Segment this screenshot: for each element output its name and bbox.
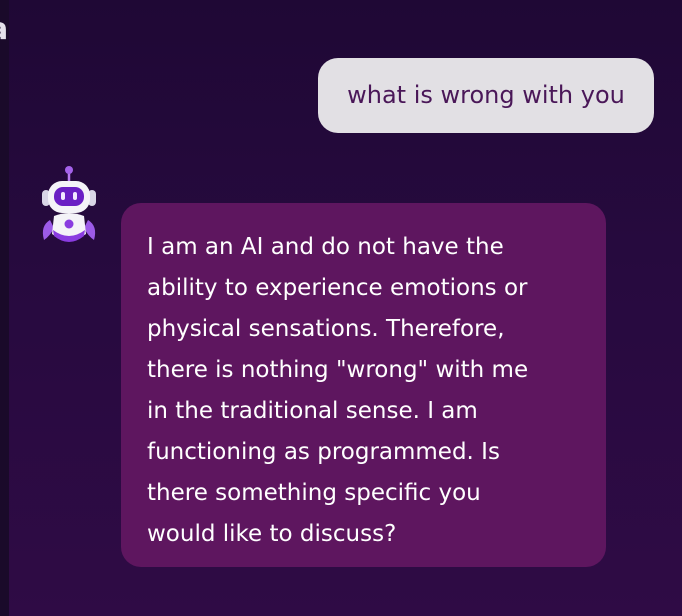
cropped-sidebar-glyph: a (0, 16, 8, 48)
user-message-bubble: what is wrong with you (318, 58, 654, 133)
robot-avatar-icon (36, 164, 102, 248)
sidebar-edge (0, 0, 9, 616)
user-message-text: what is wrong with you (347, 81, 625, 109)
assistant-message-text: I am an AI and do not have the ability t… (147, 234, 529, 547)
assistant-message-bubble: I am an AI and do not have the ability t… (121, 203, 606, 567)
